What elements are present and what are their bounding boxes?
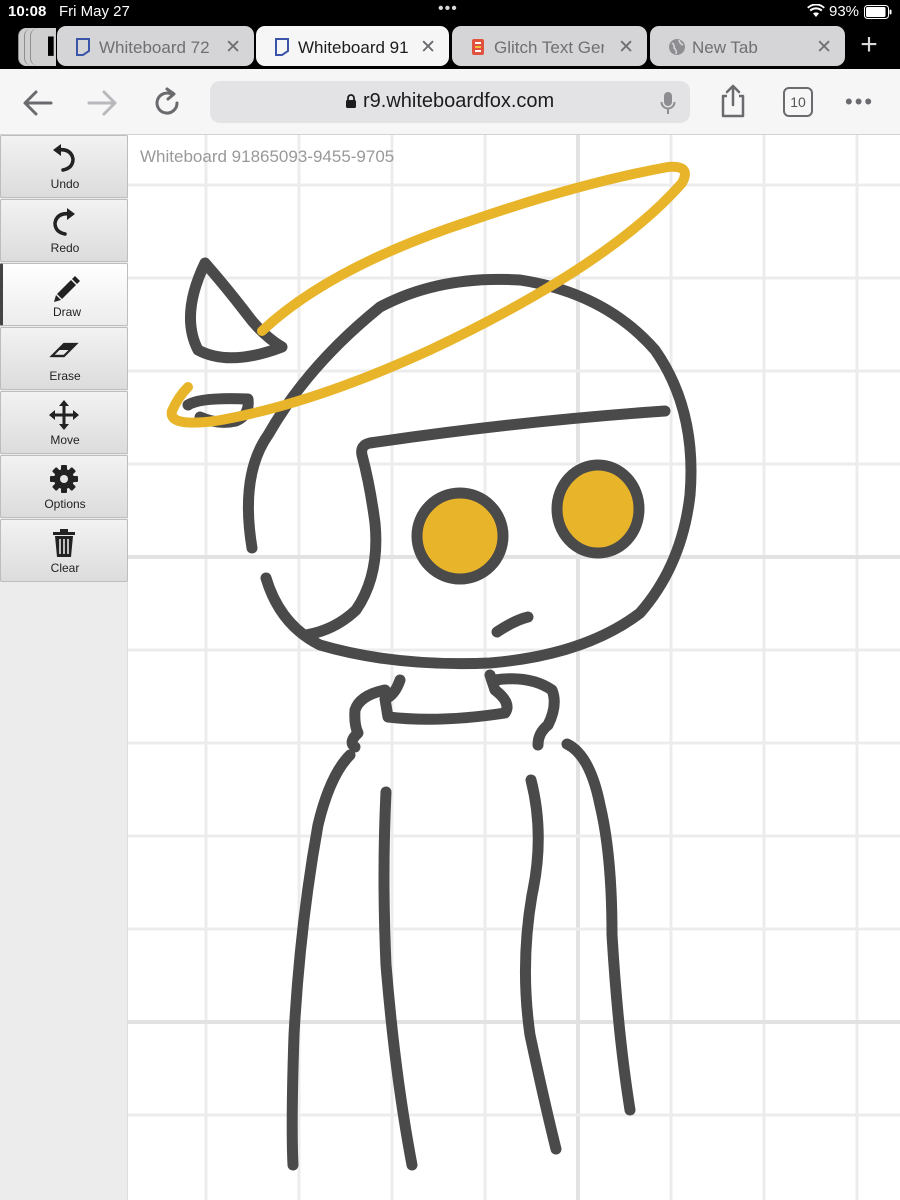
undo-button[interactable]: Undo (0, 135, 128, 198)
tool-label: Undo (50, 177, 80, 191)
erase-button[interactable]: Erase (0, 327, 128, 390)
battery-icon (864, 5, 892, 24)
close-tab-icon[interactable]: ✕ (618, 36, 634, 59)
whiteboard-page-icon (274, 38, 290, 61)
options-button[interactable]: Options (0, 455, 128, 518)
glitch-text-favicon (470, 38, 486, 61)
trash-icon (49, 528, 79, 558)
back-arrow-icon[interactable] (21, 86, 55, 120)
halo-stroke (166, 161, 690, 428)
forward-arrow-icon[interactable] (85, 86, 119, 120)
globe-icon (668, 38, 686, 61)
tool-panel: Undo Redo Draw Erase Move Options Clear (0, 135, 128, 1200)
close-tab-icon[interactable]: ✕ (816, 36, 832, 59)
wifi-icon (807, 3, 825, 23)
eyes (411, 459, 645, 585)
tab-new-tab[interactable]: New Tab ✕ (650, 26, 845, 66)
body-inner-left-stroke (378, 786, 418, 1171)
multitasking-dots-icon[interactable]: ••• (438, 0, 458, 18)
close-tab-icon[interactable]: ✕ (420, 36, 436, 59)
gear-icon (49, 464, 79, 494)
share-icon[interactable] (718, 83, 752, 118)
undo-icon (49, 144, 79, 174)
body-outer-left-stroke (286, 749, 356, 1171)
whiteboard-id-label: Whiteboard 91865093-9455-9705 (140, 147, 395, 166)
sketch-figure (182, 257, 697, 1171)
draw-button[interactable]: Draw (0, 263, 128, 326)
tab-bar: ▌ Whiteboard 72 ✕ Whiteboard 91 ✕ Glitch… (0, 24, 900, 69)
tool-label: Redo (50, 241, 80, 255)
mouth-stroke (491, 611, 534, 638)
tool-label: Clear (50, 561, 80, 575)
tool-label: Options (44, 497, 86, 511)
right-eye (551, 459, 645, 559)
battery-percent: 93% (829, 3, 860, 20)
tab-title: Whiteboard 72 (99, 38, 209, 57)
new-tab-plus-icon[interactable]: + (855, 30, 883, 60)
tab-whiteboard-72[interactable]: Whiteboard 72 ✕ (57, 26, 254, 66)
collar-stroke (379, 669, 513, 725)
navigation-bar: r9.whiteboardfox.com 10 ••• (0, 69, 900, 135)
left-eye (411, 487, 509, 585)
status-bar: 10:08 Fri May 27 ••• 93% (0, 0, 900, 24)
url-text: r9.whiteboardfox.com (363, 90, 555, 112)
reload-icon[interactable] (150, 86, 184, 120)
tab-glitch-text[interactable]: Glitch Text Ger ✕ (452, 26, 647, 66)
close-tab-icon[interactable]: ✕ (225, 36, 241, 59)
microphone-icon[interactable] (660, 91, 676, 120)
move-button[interactable]: Move (0, 391, 128, 454)
tab-whiteboard-91[interactable]: Whiteboard 91 ✕ (256, 26, 449, 66)
eraser-icon (49, 336, 79, 366)
redo-button[interactable]: Redo (0, 199, 128, 262)
whiteboard-page-icon (75, 38, 91, 61)
tab-title: Glitch Text Ger (494, 38, 604, 57)
redo-icon (49, 208, 79, 238)
tool-label: Erase (49, 369, 81, 383)
move-arrows-icon (49, 400, 79, 430)
status-time: 10:08 (8, 3, 47, 20)
pencil-icon (51, 272, 81, 302)
clear-button[interactable]: Clear (0, 519, 128, 582)
tab-title: New Tab (692, 38, 758, 57)
tab-count-button[interactable]: 10 (783, 87, 813, 117)
lock-icon (345, 94, 357, 114)
status-date: Fri May 27 (59, 3, 130, 20)
address-field[interactable]: r9.whiteboardfox.com (210, 81, 690, 123)
whiteboard-drawing[interactable] (0, 135, 900, 1200)
whiteboard-canvas[interactable]: Whiteboard 91865093-9455-9705 Undo Redo … (0, 135, 900, 1200)
tab-title: Whiteboard 91 (298, 38, 408, 57)
tool-label: Draw (52, 305, 81, 319)
tool-label: Move (50, 433, 80, 447)
more-options-icon[interactable]: ••• (845, 89, 874, 115)
